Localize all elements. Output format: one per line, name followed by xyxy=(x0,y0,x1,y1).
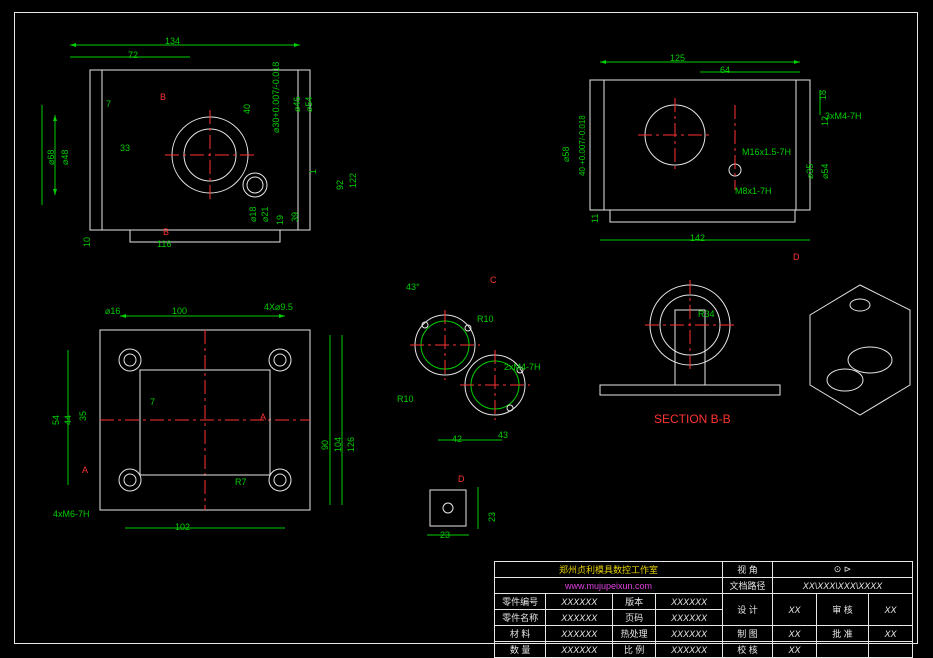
dim-44: 44 xyxy=(63,415,73,425)
dim-92: 92 xyxy=(335,180,345,190)
dim-19: 19 xyxy=(275,215,285,225)
label-b: B xyxy=(160,92,166,102)
th-path: 文档路径 xyxy=(723,578,773,594)
dim-104: 104 xyxy=(333,437,343,452)
dim-r34: R34 xyxy=(698,309,715,319)
dim-phi30: ⌀30+0.007/-0.018 xyxy=(271,62,282,133)
label-d2: D xyxy=(458,474,465,484)
dim-42: 42 xyxy=(452,434,462,444)
dim-4x95: 4X⌀9.5 xyxy=(264,302,293,313)
dim-11: 11 xyxy=(590,214,600,223)
label-b2: B xyxy=(163,227,169,237)
dim-r10b: R10 xyxy=(397,394,414,404)
dim-7b: 7 xyxy=(150,397,155,407)
dim-d58: ⌀58 xyxy=(561,147,572,162)
dim-142: 142 xyxy=(690,233,705,243)
dim-134: 134 xyxy=(165,36,180,46)
dim-tol: 40 +0.007/-0.018 xyxy=(578,115,587,176)
dim-1: 1 xyxy=(308,169,318,174)
dim-d68: ⌀68 xyxy=(46,150,57,165)
title-block: 郑州贞利模具数控工作室 视 角 ⊙ ⊳ www.mujupeixun.com 文… xyxy=(494,561,913,658)
label-c: C xyxy=(490,275,497,285)
cad-drawing xyxy=(0,0,933,657)
dim-23b: 23 xyxy=(440,530,450,540)
path: XX\XXX\XXX\XXXX xyxy=(803,581,883,591)
label-a2: A xyxy=(82,465,88,475)
url: www.mujupeixun.com xyxy=(565,581,652,591)
dim-18a: 18 xyxy=(818,90,828,100)
dim-2m4: 2xM4-7H xyxy=(504,362,541,372)
dim-35c: 35 xyxy=(78,411,88,421)
dim-116: 116 xyxy=(157,239,171,249)
dim-d35: ⌀35 xyxy=(805,164,816,179)
label-d: D xyxy=(793,252,800,262)
dim-7: 7 xyxy=(106,99,111,109)
label-a: A xyxy=(260,412,266,422)
dim-m16: M16x1.5-7H xyxy=(742,147,791,157)
dim-r10: R10 xyxy=(477,314,494,324)
dim-126: 126 xyxy=(346,437,356,452)
dim-90: 90 xyxy=(320,440,330,450)
dim-100: 100 xyxy=(172,306,187,316)
dim-d21: ⌀21 xyxy=(260,207,271,222)
dim-d46: ⌀46 xyxy=(292,97,303,112)
proj-icon: ⊙ ⊳ xyxy=(834,564,852,574)
section-bb-label: SECTION B-B xyxy=(654,412,731,426)
dim-54c: 54 xyxy=(51,415,61,425)
dim-3m4: 3xM4-7H xyxy=(825,111,862,121)
dim-43deg: 43° xyxy=(406,282,420,292)
dim-d54: ⌀54 xyxy=(304,97,315,112)
dim-122: 122 xyxy=(348,173,358,188)
dim-d48: ⌀48 xyxy=(60,150,71,165)
company: 郑州贞利模具数控工作室 xyxy=(559,565,658,575)
dim-d16: ⌀16 xyxy=(105,306,120,317)
dim-r7: R7 xyxy=(235,477,247,487)
dim-43b: 43 xyxy=(498,430,508,440)
dim-39: 39 xyxy=(290,212,300,222)
dim-m8: M8x1-7H xyxy=(735,186,772,196)
dim-d18: ⌀18 xyxy=(248,207,259,222)
dim-64: 64 xyxy=(720,65,730,75)
dim-d54b: ⌀54 xyxy=(820,164,831,179)
dim-72: 72 xyxy=(128,50,138,60)
dim-23: 23 xyxy=(487,512,497,522)
dim-4m6: 4xM6-7H xyxy=(53,509,90,519)
dim-10: 10 xyxy=(82,237,92,247)
dim-102: 102 xyxy=(175,522,190,532)
th-view: 视 角 xyxy=(723,562,773,578)
dim-40v: 40 xyxy=(242,104,252,114)
dim-125: 125 xyxy=(670,53,685,63)
dim-33: 33 xyxy=(120,143,130,153)
